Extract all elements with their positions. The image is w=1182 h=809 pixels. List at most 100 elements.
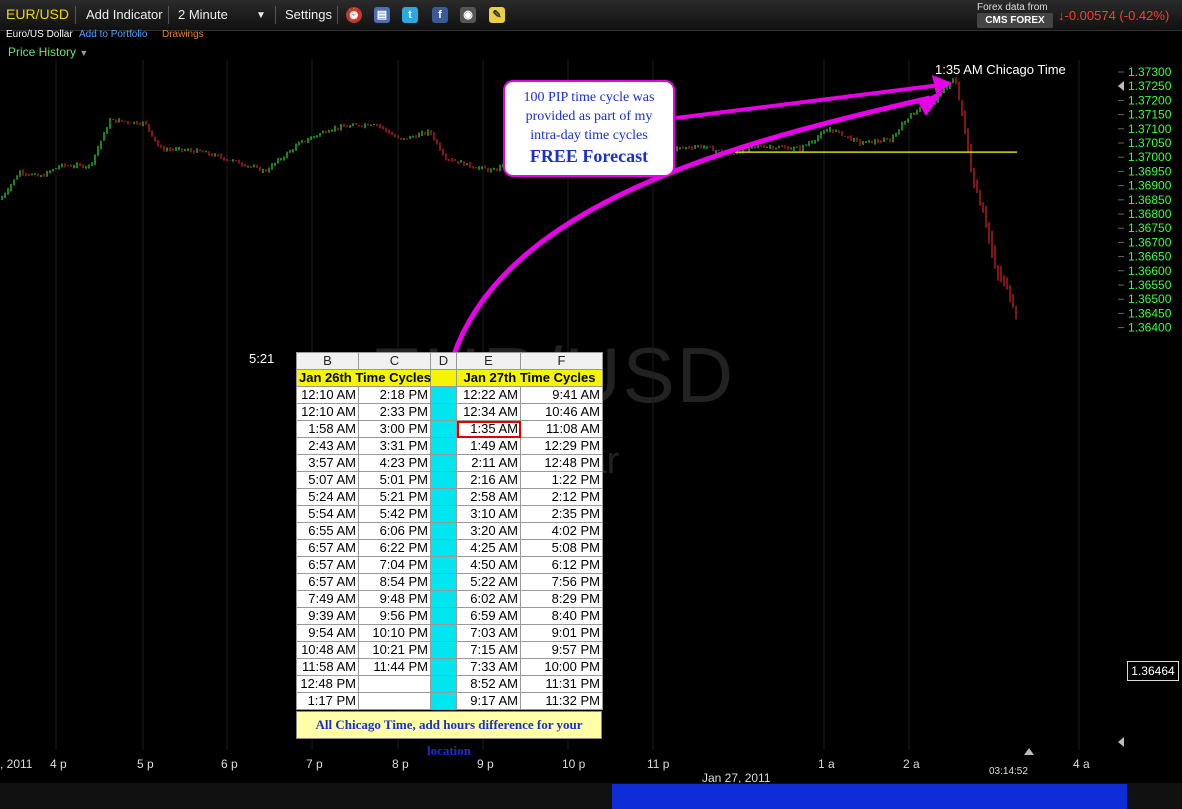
- y-tick-label: 1.37000: [1128, 150, 1172, 164]
- time-cell: 6:57 AM: [296, 556, 359, 574]
- time-cell: 12:48 PM: [520, 454, 603, 472]
- y-tick-label: 1.37100: [1128, 122, 1172, 136]
- x-tick-label: 4 a: [1073, 757, 1090, 771]
- time-cell: 7:04 PM: [358, 556, 431, 574]
- x-tick-label: , 2011: [0, 757, 33, 771]
- x-tick-label: 8 p: [392, 757, 409, 771]
- scroll-up-icon: [1024, 748, 1034, 755]
- time-cell: 9:57 PM: [520, 641, 603, 659]
- col-letter: D: [430, 352, 457, 370]
- callout-line-3: intra-day time cycles: [530, 128, 648, 143]
- last-price-box: 1.36464: [1127, 661, 1179, 681]
- time-cell: 11:32 PM: [520, 692, 603, 710]
- navigator-selection[interactable]: [612, 784, 1127, 809]
- time-cell: 12:34 AM: [456, 403, 521, 421]
- spacer-cell: [430, 607, 457, 625]
- time-cell: 6:59 AM: [456, 607, 521, 625]
- spacer-cell: [430, 488, 457, 506]
- spacer-cell: [430, 471, 457, 489]
- low-time-label: 5:21: [249, 351, 274, 366]
- table-row: 12:48 PM 8:52 AM 11:31 PM: [296, 675, 603, 693]
- time-cell: 9:48 PM: [358, 590, 431, 608]
- spacer-cell: [430, 437, 457, 455]
- y-tick-label: 1.36700: [1128, 235, 1172, 249]
- time-cell: 2:12 PM: [520, 488, 603, 506]
- time-cell: 7:33 AM: [456, 658, 521, 676]
- y-tick-label: 1.36450: [1128, 306, 1172, 320]
- time-cell: 8:40 PM: [520, 607, 603, 625]
- x-tick-label: 5 p: [137, 757, 154, 771]
- time-cell: 6:02 AM: [456, 590, 521, 608]
- time-cell: 5:21 PM: [358, 488, 431, 506]
- time-cell: 3:10 AM: [456, 505, 521, 523]
- y-tick-label: 1.36750: [1128, 221, 1172, 235]
- time-cell: 12:22 AM: [456, 386, 521, 404]
- time-cell: 12:29 PM: [520, 437, 603, 455]
- time-cell: 7:03 AM: [456, 624, 521, 642]
- y-axis: 1.373001.372501.372001.371501.371001.370…: [1118, 65, 1172, 335]
- spacer-cell: [430, 692, 457, 710]
- spacer-cell: [430, 675, 457, 693]
- spacer-cell: [430, 505, 457, 523]
- col-letter: C: [358, 352, 431, 370]
- time-cell: 4:02 PM: [520, 522, 603, 540]
- x-tick-label: 1 a: [818, 757, 835, 771]
- time-cell: 6:57 AM: [296, 573, 359, 591]
- x-tick-label: 10 p: [562, 757, 586, 771]
- x-tick-label: 2 a: [903, 757, 920, 771]
- table-row: 12:10 AM 2:33 PM 12:34 AM 10:46 AM: [296, 403, 603, 421]
- time-cell: 10:48 AM: [296, 641, 359, 659]
- footer-note: All Chicago Time, add hours difference f…: [296, 711, 602, 758]
- table-row: 5:07 AM 5:01 PM 2:16 AM 1:22 PM: [296, 471, 603, 489]
- table-row: 11:58 AM 11:44 PM 7:33 AM 10:00 PM: [296, 658, 603, 676]
- col-letter: F: [520, 352, 603, 370]
- table-row: 6:57 AM 6:22 PM 4:25 AM 5:08 PM: [296, 539, 603, 557]
- time-cell: 8:29 PM: [520, 590, 603, 608]
- table-row: 10:48 AM 10:21 PM 7:15 AM 9:57 PM: [296, 641, 603, 659]
- table-row: 1:17 PM 9:17 AM 11:32 PM: [296, 692, 603, 710]
- table-row: 3:57 AM 4:23 PM 2:11 AM 12:48 PM: [296, 454, 603, 472]
- callout-line-2: provided as part of my: [525, 109, 653, 124]
- time-cell: 8:52 AM: [456, 675, 521, 693]
- arrowhead-mid: [918, 90, 944, 116]
- y-tick-label: 1.36900: [1128, 179, 1172, 193]
- time-cell: 12:48 PM: [296, 675, 359, 693]
- table-row: 6:55 AM 6:06 PM 3:20 AM 4:02 PM: [296, 522, 603, 540]
- time-cell: 6:57 AM: [296, 539, 359, 557]
- table-row: 12:10 AM 2:18 PM 12:22 AM 9:41 AM: [296, 386, 603, 404]
- time-cell: 9:17 AM: [456, 692, 521, 710]
- time-cell: 4:23 PM: [358, 454, 431, 472]
- time-cell: 9:39 AM: [296, 607, 359, 625]
- spacer-cell: [430, 454, 457, 472]
- table-row: 6:57 AM 7:04 PM 4:50 AM 6:12 PM: [296, 556, 603, 574]
- y-tick-label: 1.36800: [1128, 207, 1172, 221]
- y-tick-label: 1.37150: [1128, 108, 1172, 122]
- x-tick-label: 11 p: [647, 757, 670, 771]
- time-cell: 7:56 PM: [520, 573, 603, 591]
- spacer-cell: [430, 403, 457, 421]
- time-cell: 11:31 PM: [520, 675, 603, 693]
- time-cell: 11:08 AM: [520, 420, 603, 438]
- spacer-cell: [430, 522, 457, 540]
- x-tick-label: 6 p: [221, 757, 238, 771]
- time-cell: 12:10 AM: [296, 386, 359, 404]
- time-cell: 9:56 PM: [358, 607, 431, 625]
- title-jan26: Jan 26th Time Cycles: [296, 369, 431, 387]
- callout-bold: FREE Forecast: [529, 146, 649, 166]
- table-row: 7:49 AM 9:48 PM 6:02 AM 8:29 PM: [296, 590, 603, 608]
- time-cell: 1:35 AM: [456, 420, 521, 438]
- time-cell: [358, 675, 431, 693]
- time-cell: 11:44 PM: [358, 658, 431, 676]
- table-row: 9:39 AM 9:56 PM 6:59 AM 8:40 PM: [296, 607, 603, 625]
- time-cell: 5:42 PM: [358, 505, 431, 523]
- time-cell: 10:21 PM: [358, 641, 431, 659]
- y-tick-label: 1.37050: [1128, 136, 1172, 150]
- time-cell: 5:22 AM: [456, 573, 521, 591]
- time-cell: 6:22 PM: [358, 539, 431, 557]
- y-tick-label: 1.36950: [1128, 164, 1172, 178]
- table-title-row: Jan 26th Time Cycles Jan 27th Time Cycle…: [296, 369, 603, 387]
- time-cell: 9:54 AM: [296, 624, 359, 642]
- time-cell: 5:24 AM: [296, 488, 359, 506]
- time-cell: 3:00 PM: [358, 420, 431, 438]
- time-cell: 2:43 AM: [296, 437, 359, 455]
